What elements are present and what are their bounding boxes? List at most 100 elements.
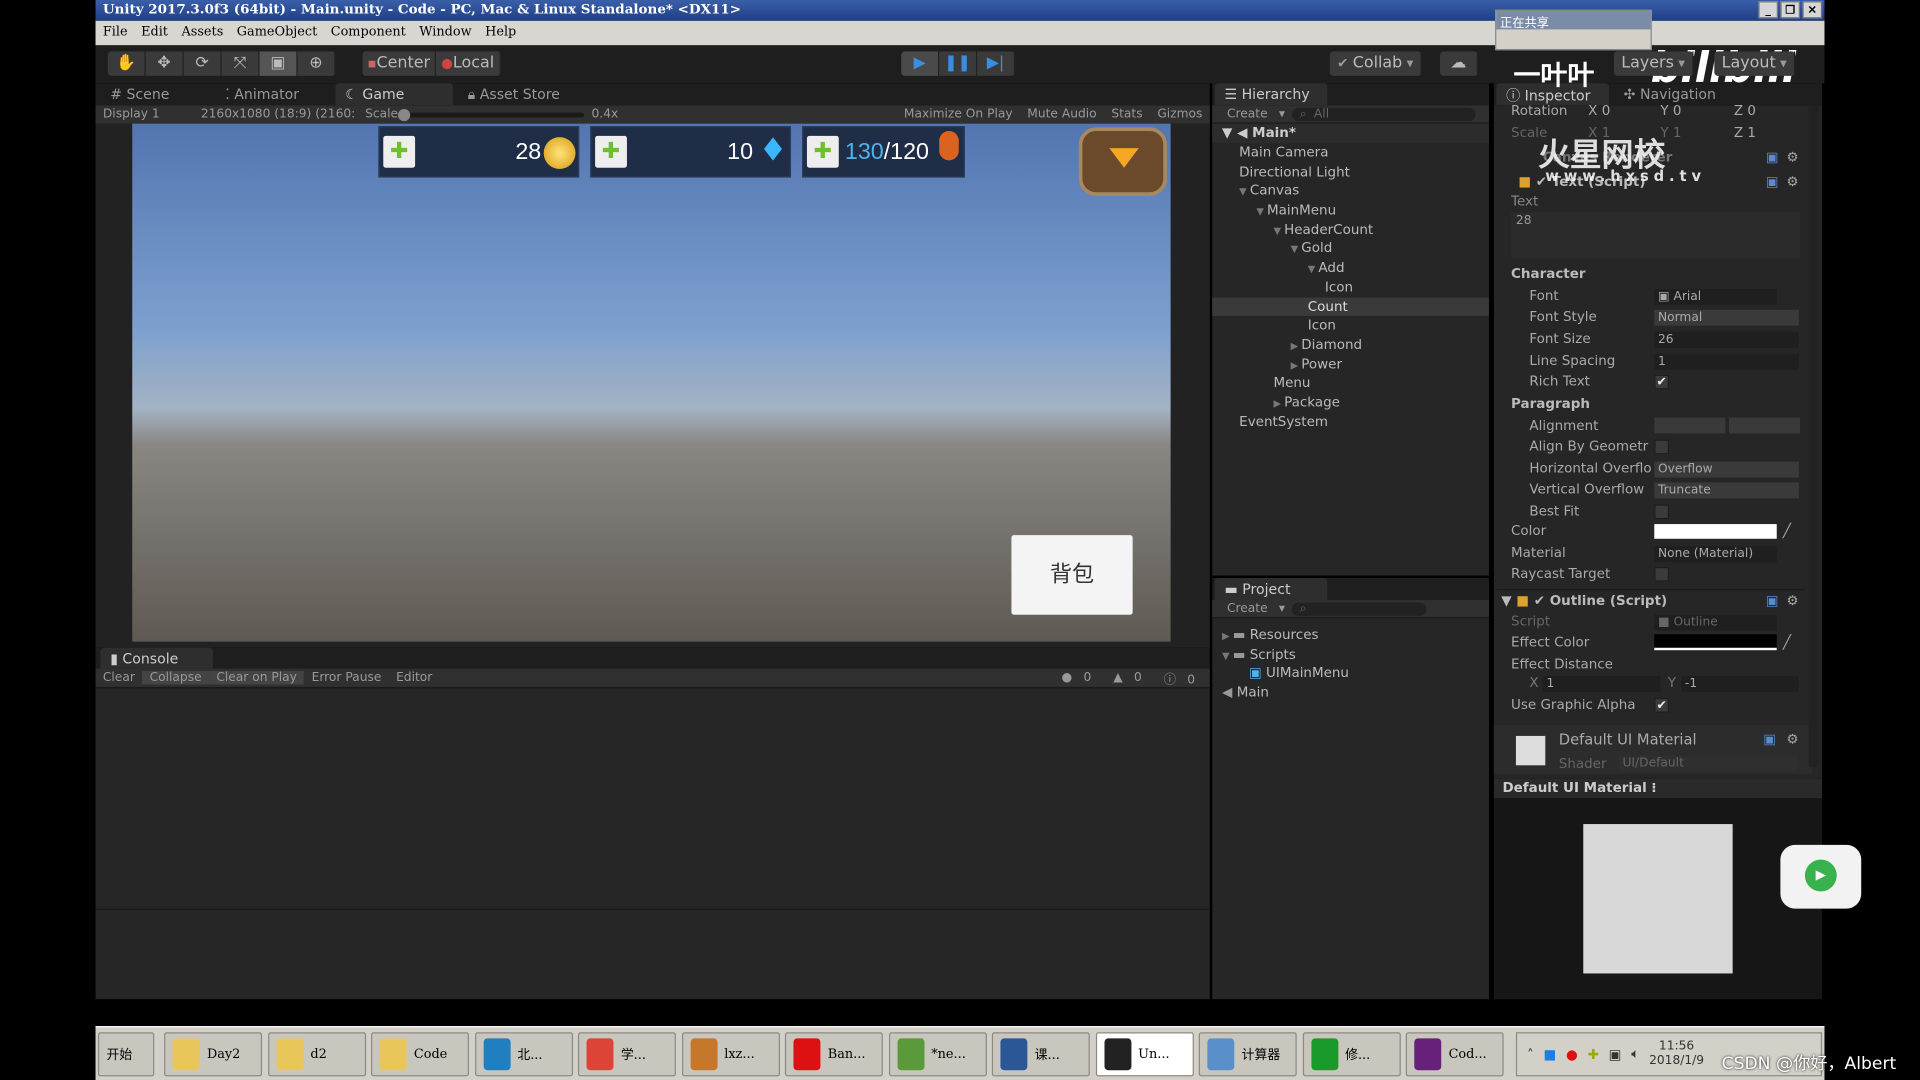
play-button[interactable]: ▶ xyxy=(901,51,940,76)
menu-assets[interactable]: Assets xyxy=(181,24,223,41)
tray-record-icon[interactable]: ● xyxy=(1566,1046,1578,1062)
expand-arrow-icon[interactable]: ▶ xyxy=(1291,359,1302,370)
expand-arrow-icon[interactable]: ▼ xyxy=(1273,225,1284,236)
gizmos-dropdown[interactable]: Gizmos xyxy=(1150,108,1210,121)
mute-audio-toggle[interactable]: Mute Audio xyxy=(1020,108,1104,121)
bag-button[interactable]: 背包 xyxy=(1011,535,1133,615)
font-field[interactable]: ▣ Arial xyxy=(1654,288,1777,305)
hierarchy-item[interactable]: Main Camera xyxy=(1212,143,1489,162)
hierarchy-item[interactable]: Icon xyxy=(1212,316,1489,335)
tab-animator[interactable]: ⁚ Animator xyxy=(216,83,309,105)
console-logs-toggle[interactable]: ⓘ 0 xyxy=(1156,669,1209,686)
tab-scene[interactable]: # Scene xyxy=(100,83,179,105)
rotation-x[interactable]: X 0 xyxy=(1588,103,1610,119)
layers-dropdown[interactable]: Layers ▾ xyxy=(1613,51,1694,76)
hierarchy-item[interactable]: ▼ Canvas xyxy=(1212,182,1489,201)
console-log-area[interactable] xyxy=(95,688,1210,1000)
outline-component-header[interactable]: ▼ ■ ✔ Outline (Script) xyxy=(1501,593,1667,609)
taskbar-button[interactable]: 修... xyxy=(1302,1032,1401,1077)
material-field[interactable]: None (Material) xyxy=(1654,546,1777,563)
gear-icon[interactable]: ⚙ xyxy=(1787,593,1799,609)
hierarchy-item[interactable]: ▼ Gold xyxy=(1212,239,1489,258)
help-icon[interactable]: ▣ xyxy=(1766,593,1779,609)
hierarchy-item[interactable]: EventSystem xyxy=(1212,412,1489,431)
project-item[interactable]: ▣ UIMainMenu xyxy=(1212,664,1489,683)
hierarchy-item[interactable]: Count xyxy=(1212,296,1489,317)
project-item[interactable]: ▶ ▬ Resources xyxy=(1212,626,1489,645)
color-swatch[interactable] xyxy=(1654,524,1777,539)
effect-color-swatch[interactable] xyxy=(1654,634,1777,651)
console-editor-dropdown[interactable]: Editor xyxy=(389,671,440,684)
console-errors-toggle[interactable]: ● 0 xyxy=(1054,671,1106,684)
material-preview[interactable] xyxy=(1493,798,1823,1000)
expand-arrow-icon[interactable]: ▶ xyxy=(1273,398,1284,409)
rotate-tool-icon[interactable]: ⟳ xyxy=(184,51,222,76)
scale-z[interactable]: Z 1 xyxy=(1734,125,1756,141)
layout-dropdown[interactable]: Layout ▾ xyxy=(1714,51,1796,76)
expand-arrow-icon[interactable]: ▼ xyxy=(1291,244,1302,255)
taskbar-button[interactable]: lxz... xyxy=(681,1032,780,1077)
horizontal-alignment-buttons[interactable] xyxy=(1654,417,1726,434)
expand-arrow-icon[interactable]: ▼ xyxy=(1222,650,1233,661)
menu-window[interactable]: Window xyxy=(419,24,471,41)
close-button[interactable]: ✕ xyxy=(1802,1,1823,19)
rich-text-checkbox[interactable]: ✔ xyxy=(1654,374,1669,390)
tab-console[interactable]: ▮ Console xyxy=(100,647,214,669)
scene-header[interactable]: ▼ ◀ Main* xyxy=(1212,123,1489,144)
hierarchy-create-dropdown[interactable]: Create ▾ xyxy=(1212,107,1292,120)
scale-slider[interactable] xyxy=(398,108,585,121)
hierarchy-item[interactable]: ▼ MainMenu xyxy=(1212,201,1489,220)
cloud-button[interactable]: ☁ xyxy=(1440,51,1478,76)
move-tool-icon[interactable]: ✥ xyxy=(146,51,184,76)
raycast-target-checkbox[interactable] xyxy=(1654,566,1669,582)
expand-arrow-icon[interactable]: ▼ xyxy=(1256,206,1267,217)
project-item[interactable]: ▼ ▬ Scripts xyxy=(1212,645,1489,664)
scale-tool-icon[interactable]: ⤧ xyxy=(222,51,260,76)
tray-expand-icon[interactable]: ˄ xyxy=(1527,1046,1534,1062)
best-fit-checkbox[interactable] xyxy=(1654,504,1669,520)
resolution-dropdown[interactable]: 2160x1080 (18:9) (2160: xyxy=(193,108,362,121)
align-by-geometry-checkbox[interactable] xyxy=(1654,439,1669,455)
hierarchy-item[interactable]: ▼ HeaderCount xyxy=(1212,220,1489,239)
taskbar-button[interactable]: Ban... xyxy=(784,1032,883,1077)
help-icon[interactable]: ▣ xyxy=(1766,149,1779,165)
project-item[interactable]: ◀ Main xyxy=(1212,683,1489,702)
add-diamond-button[interactable]: ✚ xyxy=(595,135,627,168)
step-button[interactable]: ▶| xyxy=(977,51,1016,76)
hand-tool-icon[interactable]: ✋ xyxy=(108,51,146,76)
tab-hierarchy[interactable]: ☰ Hierarchy xyxy=(1214,83,1328,106)
use-graphic-alpha-checkbox[interactable]: ✔ xyxy=(1654,697,1669,713)
menu-component[interactable]: Component xyxy=(331,24,406,41)
console-error-pause-toggle[interactable]: Error Pause xyxy=(304,671,388,684)
menu-gameobject[interactable]: GameObject xyxy=(237,24,317,41)
tab-asset-store[interactable]: 🔒︎ Asset Store xyxy=(458,83,570,105)
minimize-button[interactable]: _ xyxy=(1758,1,1778,19)
vertical-overflow-dropdown[interactable]: Truncate xyxy=(1654,482,1799,499)
local-toggle[interactable]: ●Local xyxy=(436,51,501,76)
hierarchy-item[interactable]: Icon xyxy=(1212,278,1489,297)
tab-game[interactable]: ☾ Game xyxy=(335,83,454,106)
collab-button[interactable]: ✔ Collab ▾ xyxy=(1329,51,1422,76)
taskbar-button[interactable]: 学... xyxy=(577,1032,676,1077)
display-dropdown[interactable]: Display 1 xyxy=(96,108,194,121)
gear-icon[interactable]: ⚙ xyxy=(1787,731,1799,747)
add-gold-button[interactable]: ✚ xyxy=(383,135,416,168)
stats-toggle[interactable]: Stats xyxy=(1104,108,1150,121)
taskbar-button[interactable]: Day2 xyxy=(164,1032,263,1077)
center-toggle[interactable]: ▪Center xyxy=(362,51,437,76)
rotation-y[interactable]: Y 0 xyxy=(1660,103,1681,119)
gear-icon[interactable]: ⚙ xyxy=(1787,174,1799,190)
menu-file[interactable]: File xyxy=(103,24,128,41)
console-collapse-toggle[interactable]: Collapse xyxy=(142,671,209,685)
hierarchy-item[interactable]: ▶ Package xyxy=(1212,393,1489,412)
eyedropper-icon[interactable]: ╱ xyxy=(1783,634,1791,650)
eyedropper-icon[interactable]: ╱ xyxy=(1783,523,1791,539)
console-clear-button[interactable]: Clear xyxy=(96,671,143,684)
font-size-input[interactable]: 26 xyxy=(1654,331,1799,348)
network-icon[interactable]: ▣ xyxy=(1609,1046,1622,1062)
clock[interactable]: 11:56 2018/1/9 xyxy=(1649,1040,1704,1069)
expand-arrow-icon[interactable]: ▼ xyxy=(1308,263,1319,274)
taskbar-button[interactable]: d2 xyxy=(267,1032,366,1077)
hierarchy-item[interactable]: ▶ Diamond xyxy=(1212,335,1489,354)
menu-dropdown-button[interactable] xyxy=(1078,127,1167,196)
